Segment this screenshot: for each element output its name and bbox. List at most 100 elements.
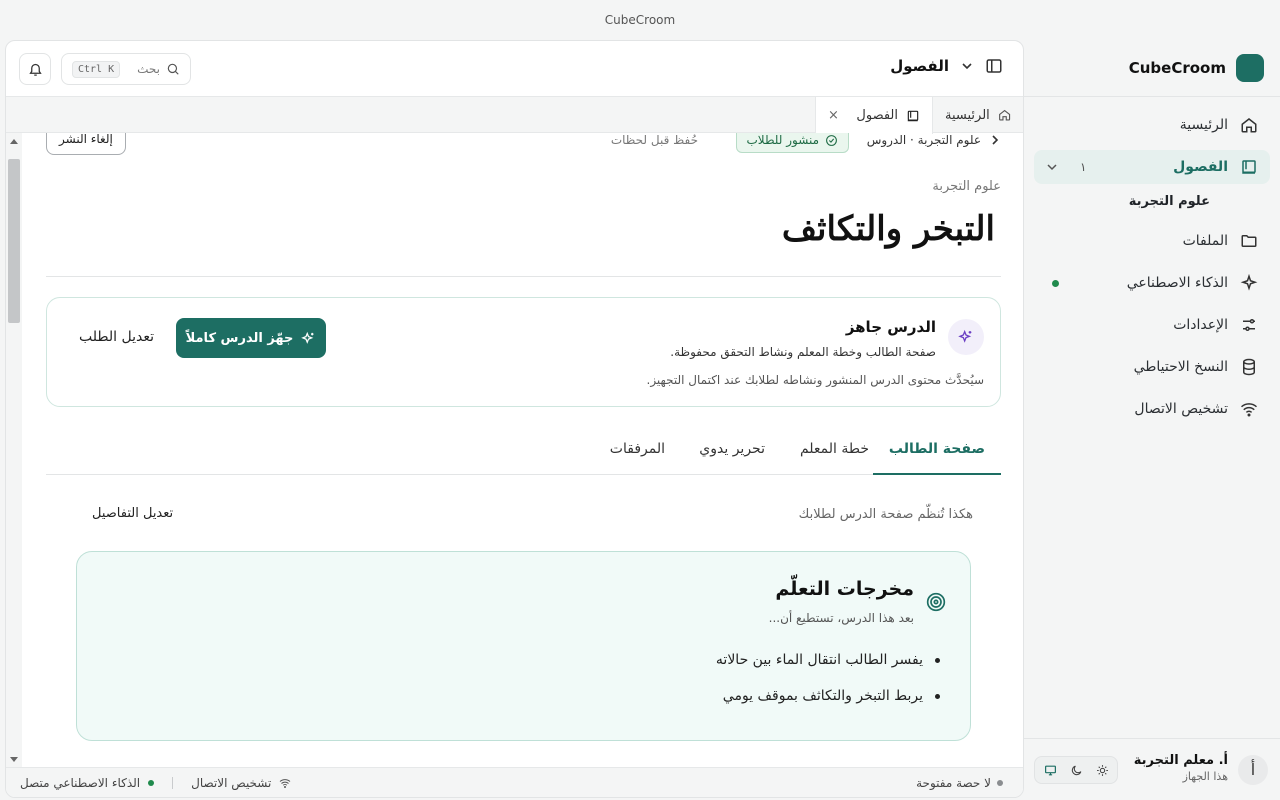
edit-request-button[interactable]: تعديل الطلب [79,329,154,345]
sidebar-item-label: النسخ الاحتياطي [1133,359,1228,375]
theme-dark-button[interactable] [1065,760,1087,780]
sidebar-item-ai[interactable]: الذكاء الاصطناعي [1034,266,1270,300]
sidebar-item-label: تشخيص الاتصال [1134,401,1228,417]
user-info: أ. معلم التجربة هذا الجهاز [1134,753,1228,783]
sidebar-item-label: الإعدادات [1173,317,1228,333]
status-badge: منشور للطلاب [735,133,849,153]
sidebar-subitem-course[interactable]: علوم التجربة [1034,188,1270,216]
brand[interactable]: CubeCroom [1129,54,1264,82]
sidebar-item-label: الرئيسية [1179,117,1228,133]
sidebar-item-settings[interactable]: الإعدادات [1034,308,1270,342]
prepare-lesson-label: جهّز الدرس كاملاً [185,330,294,346]
ready-note: سيُحدَّث محتوى الدرس المنشور ونشاطه لطلا… [646,373,985,387]
tab-manual-edit[interactable]: تحرير يدوي [683,441,781,475]
ready-title: الدرس جاهز [845,318,936,336]
tab-classes[interactable]: الفصول × [815,97,933,134]
course-name: علوم التجربة [932,179,1001,194]
tab-attachments[interactable]: المرفقات [594,441,681,475]
tab-teacher-plan[interactable]: خطة المعلم [784,441,885,475]
sidebar-item-label: الذكاء الاصطناعي [1126,275,1228,291]
outcomes-list: يفسر الطالب انتقال الماء بين حالاته يربط… [716,648,940,720]
theme-switcher [1034,756,1118,784]
status-left: تشخيص الاتصال الذكاء الاصطناعي متصل [20,768,291,797]
notifications-button[interactable] [19,53,51,85]
scrollbar[interactable] [6,133,22,768]
lesson-header-row: علوم التجربة · الدروس منشور للطلاب حُفظ … [46,133,1001,155]
sparkles-icon [1240,274,1258,291]
chevron-down-icon[interactable] [1046,161,1058,173]
home-icon [1241,118,1257,133]
database-icon [1243,358,1255,376]
sidebar-toggle-icon[interactable] [985,57,1003,75]
tab-label: الفصول [856,108,898,123]
bell-icon [28,63,42,76]
ai-connected-dot [148,780,155,786]
save-status: حُفظ قبل لحظات [610,133,698,147]
sidebar-item-label: الفصول [1173,159,1228,175]
sidebar-item-home[interactable]: الرئيسية [1034,108,1270,142]
user-device: هذا الجهاز [1182,770,1228,783]
sidebar-item-classes[interactable]: الفصول ١ [1034,150,1270,184]
status-bar: لا حصة مفتوحة تشخيص الاتصال الذكاء الاصط… [6,767,1023,797]
sparkles-icon [301,331,314,344]
book-icon [1242,160,1256,174]
check-circle-icon [826,134,837,146]
student-page-intro: هكذا تُنظّم صفحة الدرس لطلابك [798,507,973,522]
user-name: أ. معلم التجربة [1133,753,1228,768]
scrollbar-thumb[interactable] [8,159,20,323]
tab-strip: الرئيسية الفصول × [6,97,1023,134]
window-title: CubeCroom [604,13,676,27]
sun-icon [1096,764,1108,776]
session-dot [997,780,1003,786]
wifi-icon [1241,403,1257,417]
search-placeholder: بحث [137,62,160,76]
unpublish-button[interactable]: إلغاء النشر [46,133,126,155]
scroll-down-arrow[interactable] [10,757,18,762]
folder-icon [1241,235,1257,247]
sidebar-item-label: الملفات [1182,233,1228,249]
ai-status-text: الذكاء الاصطناعي متصل [20,776,141,790]
session-status: لا حصة مفتوحة [916,768,1003,797]
sparkles-badge [948,319,984,355]
target-icon [926,592,946,612]
breadcrumb[interactable]: علوم التجربة · الدروس [867,133,1001,147]
sliders-icon [1243,319,1255,331]
search-box[interactable]: بحث Ctrl K [61,53,191,85]
tab-label: الرئيسية [945,107,990,123]
top-bar: بحث Ctrl K الفصول [6,41,1023,97]
sidebar-item-backup[interactable]: النسخ الاحتياطي [1034,350,1270,384]
lesson-content: علوم التجربة · الدروس منشور للطلاب حُفظ … [22,133,1023,768]
status-divider [172,777,174,789]
book-icon [907,110,919,121]
chevron-down-icon[interactable] [961,60,973,72]
sidebar-item-diagnostics[interactable]: تشخيص الاتصال [1034,392,1270,426]
search-shortcut: Ctrl K [72,60,121,78]
close-icon[interactable]: × [828,108,839,123]
status-badge-label: منشور للطلاب [746,133,820,147]
theme-light-button[interactable] [1091,760,1113,780]
prepare-lesson-button[interactable]: جهّز الدرس كاملاً [176,318,326,358]
monitor-icon [1044,765,1056,775]
session-status-text: لا حصة مفتوحة [916,776,991,790]
content-tabs: صفحة الطالب خطة المعلم تحرير يدوي المرفق… [46,433,1001,475]
scroll-up-arrow[interactable] [10,139,18,144]
page-header: الفصول [890,57,1003,75]
classes-count: ١ [1080,160,1087,174]
home-icon [998,109,1010,121]
tab-home[interactable]: الرئيسية [933,97,1023,133]
avatar[interactable]: أ [1238,755,1268,785]
learning-outcomes-card: مخرجات التعلّم بعد هذا الدرس، تستطيع أن.… [76,551,971,741]
main-window: بحث Ctrl K الفصول الرئيسية الفصول × علوم… [5,40,1024,798]
lesson-ready-card: الدرس جاهز صفحة الطالب وخطة المعلم ونشاط… [46,297,1001,407]
brand-logo [1236,54,1264,82]
diagnostics-link[interactable]: تشخيص الاتصال [191,776,271,790]
edit-details-button[interactable]: تعديل التفاصيل [92,506,173,521]
sidebar-item-files[interactable]: الملفات [1034,224,1270,258]
chevron-right-icon [992,135,999,145]
theme-system-button[interactable] [1039,760,1061,780]
ai-status-dot [1052,279,1059,287]
list-item: يفسر الطالب انتقال الماء بين حالاته [716,648,940,684]
tab-student-page[interactable]: صفحة الطالب [872,441,1001,475]
sidebar-nav: الرئيسية الفصول ١ علوم التجربة الملفات ا… [1034,108,1270,434]
sidebar: CubeCroom الرئيسية الفصول ١ علوم التجربة… [1024,40,1280,800]
